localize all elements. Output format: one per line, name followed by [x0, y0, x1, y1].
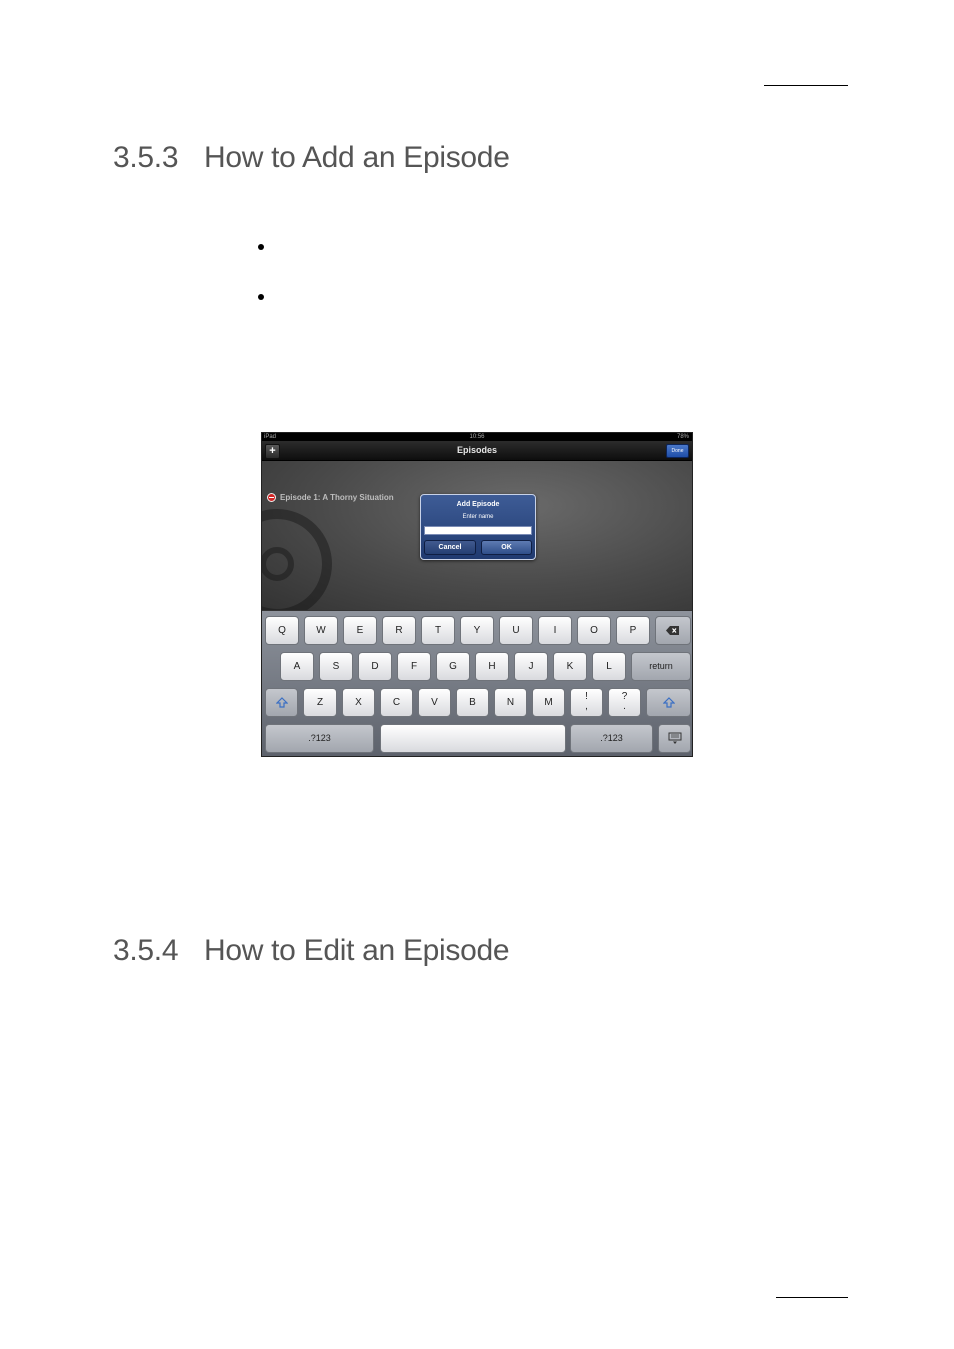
nav-title: Episodes [456, 445, 497, 455]
key-x[interactable]: X [342, 688, 375, 717]
nav-bar: + Episodes Done [262, 441, 692, 461]
section-number: 3.5.4 [113, 933, 179, 967]
key-r[interactable]: R [382, 616, 416, 645]
dialog-title: Add Episode [456, 501, 500, 508]
key-o[interactable]: O [577, 616, 611, 645]
section-title: How to Edit an Episode [204, 933, 510, 967]
header-rule [764, 85, 848, 86]
key-k[interactable]: K [553, 652, 587, 681]
keyboard-hide-icon [668, 732, 681, 744]
shift-key-right[interactable] [646, 688, 691, 717]
backspace-key[interactable] [655, 616, 691, 645]
film-reel-graphic [262, 509, 332, 619]
space-bar[interactable] [380, 724, 566, 753]
ipad-screenshot: iPad 10:56 78% + Episodes Done Episode 1… [261, 432, 693, 757]
key-u[interactable]: U [499, 616, 533, 645]
key-c[interactable]: C [380, 688, 413, 717]
onscreen-keyboard: Q W E R T Y U I O P A S D F G H J K L re… [262, 610, 692, 756]
episode-list: Episode 1: A Thorny Situation Add Episod… [262, 461, 692, 619]
key-v[interactable]: V [418, 688, 451, 717]
key-i[interactable]: I [538, 616, 572, 645]
status-bar: iPad 10:56 78% [262, 433, 692, 441]
footer-rule [776, 1297, 848, 1298]
shift-icon [275, 697, 288, 708]
key-w[interactable]: W [304, 616, 338, 645]
status-time: 10:56 [469, 434, 485, 440]
numbers-key-left[interactable]: .?123 [265, 724, 374, 753]
return-key[interactable]: return [631, 652, 691, 681]
episode-name-input[interactable] [424, 526, 532, 535]
key-t[interactable]: T [421, 616, 455, 645]
key-exclaim-comma[interactable]: ! , [570, 688, 603, 717]
key-f[interactable]: F [397, 652, 431, 681]
key-s[interactable]: S [319, 652, 353, 681]
backspace-icon [666, 625, 679, 635]
key-z[interactable]: Z [303, 688, 337, 717]
key-n[interactable]: N [494, 688, 527, 717]
add-episode-dialog: Add Episode Enter name Cancel OK [420, 494, 536, 560]
dialog-message: Enter name [462, 514, 494, 520]
key-e[interactable]: E [343, 616, 377, 645]
hide-keyboard-key[interactable] [658, 724, 691, 753]
key-h[interactable]: H [475, 652, 509, 681]
key-question-period[interactable]: ? . [608, 688, 641, 717]
key-b[interactable]: B [456, 688, 489, 717]
shift-icon [662, 697, 675, 708]
key-period-label: . [623, 701, 626, 712]
battery-level: 78% [676, 434, 689, 440]
episode-row[interactable]: Episode 1: A Thorny Situation [280, 493, 394, 502]
delete-icon[interactable] [267, 493, 276, 502]
cancel-button[interactable]: Cancel [424, 540, 476, 555]
key-m[interactable]: M [532, 688, 565, 717]
done-button[interactable]: Done [666, 444, 689, 458]
bullet-point [258, 294, 264, 300]
section-title: How to Add an Episode [204, 140, 510, 174]
key-d[interactable]: D [358, 652, 392, 681]
key-a[interactable]: A [280, 652, 314, 681]
bullet-point [258, 244, 264, 250]
section-number: 3.5.3 [113, 140, 179, 174]
section-heading-edit-episode: 3.5.4 How to Edit an Episode [113, 933, 510, 968]
film-reel-hub [262, 547, 294, 581]
ok-button[interactable]: OK [481, 540, 532, 555]
key-p[interactable]: P [616, 616, 650, 645]
section-heading-add-episode: 3.5.3 How to Add an Episode [113, 141, 510, 175]
key-comma-label: , [585, 701, 588, 712]
key-y[interactable]: Y [460, 616, 494, 645]
shift-key-left[interactable] [265, 688, 298, 717]
key-j[interactable]: J [514, 652, 548, 681]
key-g[interactable]: G [436, 652, 470, 681]
key-q[interactable]: Q [265, 616, 299, 645]
key-l[interactable]: L [592, 652, 626, 681]
numbers-key-right[interactable]: .?123 [570, 724, 653, 753]
